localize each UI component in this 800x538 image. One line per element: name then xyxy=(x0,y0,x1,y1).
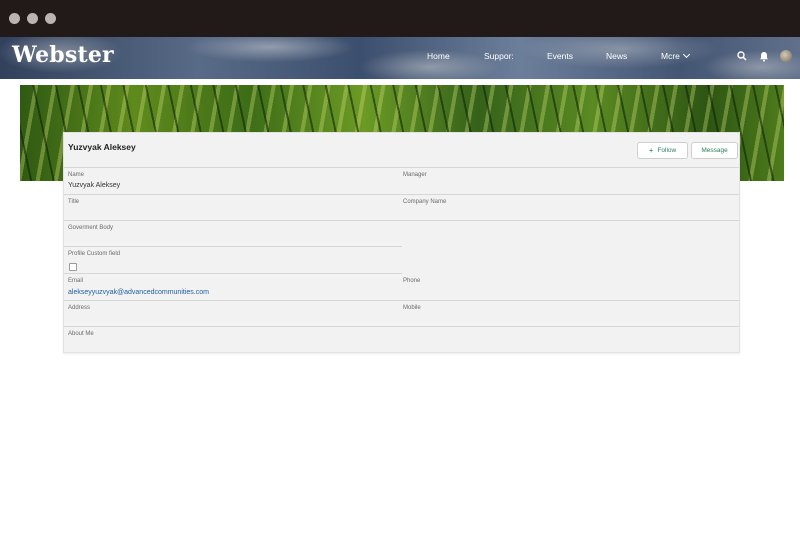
plus-icon: + xyxy=(648,146,654,155)
profile-custom-field-checkbox[interactable] xyxy=(69,263,77,271)
address-label: Address xyxy=(68,305,91,311)
message-button[interactable]: Message xyxy=(691,142,738,159)
message-button-label: Message xyxy=(701,147,728,154)
window-close-dot[interactable] xyxy=(9,13,20,24)
window-minimize-dot[interactable] xyxy=(27,13,38,24)
manager-label: Manager xyxy=(403,172,427,178)
row-divider xyxy=(64,220,739,221)
name-label: Name xyxy=(68,172,85,178)
row-divider xyxy=(64,246,402,247)
window-maximize-dot[interactable] xyxy=(45,13,56,24)
follow-button-label: Follow xyxy=(657,147,677,154)
top-navigation: Webster Home Suppor: Events News Mcre xyxy=(0,37,800,79)
row-divider xyxy=(64,194,739,195)
email-link[interactable]: alekseyyuzvyak@advancedcommunities.com xyxy=(68,289,209,296)
row-divider xyxy=(64,273,402,274)
nav-link-events[interactable]: Events xyxy=(547,51,573,61)
chevron-down-icon xyxy=(682,50,690,59)
search-icon[interactable] xyxy=(737,51,747,61)
header-divider xyxy=(64,167,739,168)
profile-display-name: Yuzvyak Aleksey xyxy=(68,142,136,152)
window-titlebar xyxy=(0,0,800,37)
about-me-label: About Me xyxy=(68,331,94,337)
follow-button[interactable]: + Follow xyxy=(637,142,688,159)
government-body-label: Goverment Body xyxy=(68,225,114,231)
row-divider xyxy=(64,300,739,301)
company-name-label: Company Name xyxy=(403,199,447,205)
mobile-label: Mobile xyxy=(403,305,421,311)
brand-logo[interactable]: Webster xyxy=(12,42,114,68)
nav-link-support[interactable]: Suppor: xyxy=(484,51,514,61)
nav-link-more-label: Mcre xyxy=(661,51,680,61)
row-divider xyxy=(64,326,739,327)
name-value: Yuzvyak Aleksey xyxy=(68,182,121,189)
nav-link-more[interactable]: Mcre xyxy=(661,50,690,61)
bell-icon[interactable] xyxy=(759,51,769,62)
profile-custom-field-label: Profile Custom field xyxy=(68,251,121,257)
title-label: Title xyxy=(68,199,80,205)
phone-label: Phone xyxy=(403,278,421,284)
nav-link-home[interactable]: Home xyxy=(427,51,450,61)
avatar[interactable] xyxy=(780,50,792,62)
nav-link-news[interactable]: News xyxy=(606,51,627,61)
email-label: Email xyxy=(68,278,84,284)
profile-card: Yuzvyak Aleksey + Follow Message Name Yu… xyxy=(63,132,740,353)
